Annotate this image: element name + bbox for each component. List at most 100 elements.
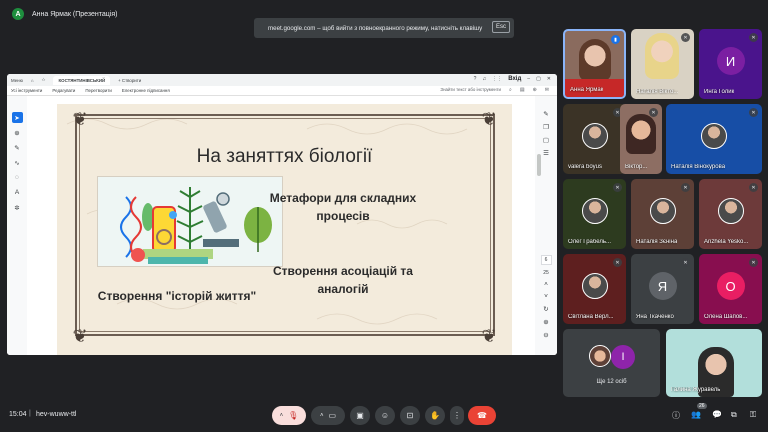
presenter-avatar: A (12, 8, 24, 20)
slide-point-associations: Створення асоціацій та аналогій (273, 264, 413, 296)
comment-icon[interactable]: ✎ (541, 110, 552, 118)
mail-icon[interactable]: ✉ (545, 87, 549, 93)
pdf-left-toolbar: ➤ ⊕ ✎ ∿ ◌ A ✲ (7, 96, 27, 355)
participant-avatar: Я (648, 272, 677, 300)
participant-tile[interactable]: ✕ Наталія Вікто... (631, 29, 694, 99)
leave-call-button[interactable]: ☎ (468, 406, 496, 425)
emoji-button[interactable]: ☺ (375, 406, 395, 425)
pdf-menu-tab[interactable]: Меню (11, 78, 23, 83)
meet-window: A Анна Ярмак (Презентація) meet.google.c… (0, 0, 768, 432)
participant-photo (701, 123, 727, 149)
menu-e-sign[interactable]: Електронне підписання (122, 88, 170, 93)
create-tab-label: Створити (121, 77, 142, 83)
activities-icon[interactable]: ⧉ (731, 410, 737, 420)
search-icon[interactable]: ⌕ (509, 87, 512, 93)
participant-tile[interactable]: Галина Журавель (666, 329, 762, 397)
close-icon[interactable]: ✕ (547, 76, 551, 82)
participant-tile[interactable]: ✕ valera boyus (563, 104, 626, 174)
participant-tile[interactable]: ▮ Анна Ярмак (563, 29, 626, 99)
pdf-search-input[interactable]: Знайти текст або інструменти (440, 87, 501, 92)
hand-icon: ✋ (430, 411, 440, 420)
participant-tile[interactable]: Я ✕ Яна Ткаченко (631, 254, 694, 324)
fullscreen-hint: meet.google.com – щоб вийти з повноекран… (254, 18, 514, 38)
home-icon[interactable]: ⌂ (31, 78, 34, 83)
mic-off-icon: ✕ (681, 258, 690, 267)
pen-icon[interactable]: ✎ (12, 142, 23, 153)
mic-off-icon: ✕ (749, 33, 758, 42)
bell-icon[interactable]: ♫ (482, 76, 486, 82)
captions-button[interactable]: ▣ (350, 406, 370, 425)
mic-off-icon: ✕ (613, 183, 622, 192)
camera-toggle-button[interactable]: ˄ ▭ (311, 406, 345, 425)
participant-tile[interactable]: О ✕ Олена Шапов... (699, 254, 762, 324)
esc-key[interactable]: Esc (491, 21, 510, 33)
menu-edit[interactable]: Редагувати (52, 88, 75, 93)
more-options-button[interactable]: ⋮ (450, 406, 464, 425)
share-icon[interactable]: ⊕ (533, 87, 537, 93)
ornament-icon: ❦ (481, 326, 497, 346)
bookmark-icon[interactable]: ▢ (541, 136, 552, 144)
chevron-up-icon: ˄ (279, 412, 284, 419)
people-icon[interactable]: 👥 (691, 410, 701, 419)
participant-tile[interactable]: ✕ Наталія Вінокурова (666, 104, 762, 174)
shared-screen: Меню ⌂ ☆ КОСТЯНТИНІВСЬКИЙ + Створити ? ♫… (7, 74, 557, 355)
present-icon: ⊡ (406, 411, 414, 420)
print-icon[interactable]: ▤ (520, 87, 525, 93)
info-icon[interactable]: ⓘ (672, 410, 680, 421)
copy-icon[interactable]: ❐ (541, 123, 552, 131)
mic-toggle-button[interactable]: ˄ 🎙 (272, 406, 306, 425)
participant-avatar: И (716, 47, 745, 75)
text-icon[interactable]: A (12, 187, 23, 198)
participant-photo (581, 273, 608, 299)
slide-point-life-stories: Створення "історій життя" (97, 289, 257, 303)
pdf-right-toolbar: ✎ ❐ ▢ ☰ 6 25 ˄ ˅ ↻ ⊕ ⊖ (535, 96, 557, 355)
draw-icon[interactable]: ∿ (12, 157, 23, 168)
ornament-icon: ❦ (72, 109, 88, 129)
chat-icon[interactable]: 💬 (712, 410, 722, 419)
participant-name: Світлана Верл... (568, 314, 614, 320)
scrollbar[interactable] (537, 154, 541, 176)
participant-tile[interactable]: И ✕ Инга Голик (699, 29, 762, 99)
stamp-icon[interactable]: ✲ (12, 202, 23, 213)
captions-icon: ▣ (356, 411, 364, 420)
raise-hand-button[interactable]: ✋ (425, 406, 445, 425)
help-icon[interactable]: ? (474, 76, 477, 82)
login-button[interactable]: Вхід (508, 76, 521, 82)
participant-name: Олег Грабель... (568, 239, 612, 245)
video-feed (626, 114, 656, 154)
menu-convert[interactable]: Перетворити (85, 88, 111, 93)
more-participants-tile[interactable]: I Ще 12 осіб (563, 329, 660, 397)
lock-icon[interactable]: ⚿ (750, 410, 756, 420)
zoom-out-icon[interactable]: ⊖ (541, 331, 552, 339)
lasso-icon[interactable]: ◌ (12, 172, 23, 183)
participant-photo (581, 198, 608, 224)
participant-name: Віктор... (625, 164, 648, 170)
present-button[interactable]: ⊡ (400, 406, 420, 425)
participant-tile[interactable]: ✕ Світлана Верл... (563, 254, 626, 324)
star-icon[interactable]: ☆ (42, 77, 46, 83)
participant-tile[interactable]: ✕ Anzhela Yesko... (699, 179, 762, 249)
minimize-icon[interactable]: – (527, 76, 530, 82)
zoom-in-icon[interactable]: ⊕ (541, 318, 552, 326)
layers-icon[interactable]: ☰ (541, 149, 552, 157)
chevron-down-icon[interactable]: ˅ (541, 293, 552, 300)
camera-off-icon: ▭ (328, 411, 337, 420)
video-feed (579, 39, 611, 81)
menu-all-tools[interactable]: Усі інструменти (11, 88, 42, 93)
cursor-icon[interactable]: ➤ (11, 112, 23, 123)
more-vert-icon: ⋮ (453, 411, 461, 420)
mic-off-icon: ✕ (749, 108, 758, 117)
create-tab[interactable]: + Створити (118, 78, 141, 83)
pdf-document-tab[interactable]: КОСТЯНТИНІВСЬКИЙ (53, 75, 111, 85)
chevron-up-icon[interactable]: ˄ (541, 281, 552, 288)
participant-tile[interactable]: ✕ Олег Грабель... (563, 179, 626, 249)
participant-tile[interactable]: ✕ Віктор... (620, 104, 662, 174)
participant-name: Анна Ярмак (570, 87, 604, 93)
zoom-icon[interactable]: ⊕ (12, 127, 23, 138)
participant-tile[interactable]: ✕ Наталія Зєніна (631, 179, 694, 249)
page-number-field[interactable]: 6 (540, 255, 552, 265)
refresh-icon[interactable]: ↻ (541, 305, 552, 313)
maximize-icon[interactable]: ▢ (536, 76, 541, 82)
ornament-icon: ❦ (481, 109, 497, 129)
apps-icon[interactable]: ⋮⋮ (492, 76, 502, 82)
